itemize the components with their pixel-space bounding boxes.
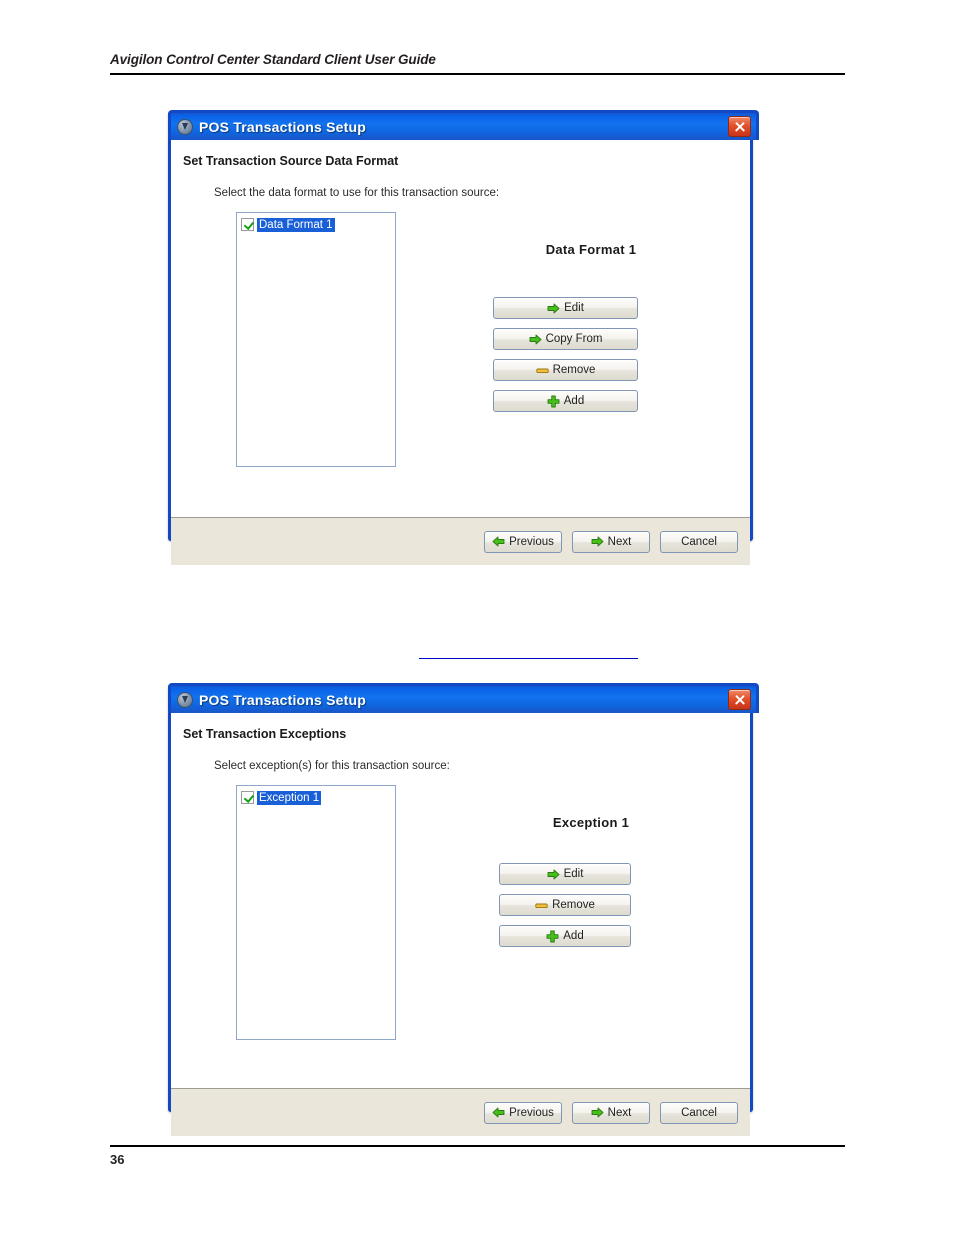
dialog-titlebar[interactable]: POS Transactions Setup bbox=[168, 110, 759, 140]
remove-button[interactable]: Remove bbox=[499, 894, 631, 916]
previous-button-label: Previous bbox=[509, 535, 554, 548]
next-button[interactable]: Next bbox=[572, 1101, 650, 1124]
dialog-title: POS Transactions Setup bbox=[199, 691, 366, 708]
pos-transactions-setup-dialog-data-format: POS Transactions Setup Set Transaction S… bbox=[168, 110, 759, 565]
info-circle-icon bbox=[177, 118, 193, 135]
dialog-footer: Previous Next Cancel bbox=[171, 1088, 750, 1136]
plus-green-icon bbox=[547, 395, 560, 408]
dialog-title: POS Transactions Setup bbox=[199, 118, 366, 135]
dialog-body: Set Transaction Exceptions Select except… bbox=[171, 713, 750, 1136]
next-button[interactable]: Next bbox=[572, 530, 650, 553]
list-item-checkbox[interactable] bbox=[241, 218, 254, 231]
remove-button-label: Remove bbox=[552, 899, 595, 911]
edit-button-label: Edit bbox=[564, 302, 584, 314]
dialog-footer: Previous Next Cancel bbox=[171, 517, 750, 565]
cancel-button[interactable]: Cancel bbox=[660, 1101, 738, 1124]
edit-button[interactable]: Edit bbox=[499, 863, 631, 885]
copy-from-button-label: Copy From bbox=[545, 333, 603, 345]
list-item[interactable]: Exception 1 bbox=[241, 790, 391, 805]
remove-button[interactable]: Remove bbox=[493, 359, 638, 381]
arrow-right-green-icon bbox=[547, 302, 560, 315]
info-circle-icon bbox=[177, 691, 193, 708]
cancel-button-label: Cancel bbox=[681, 535, 717, 548]
list-item-checkbox[interactable] bbox=[241, 791, 254, 804]
page-header-title: Avigilon Control Center Standard Client … bbox=[110, 52, 436, 67]
list-item-label: Exception 1 bbox=[257, 790, 322, 805]
add-button[interactable]: Add bbox=[499, 925, 631, 947]
close-icon[interactable] bbox=[728, 689, 751, 710]
next-button-label: Next bbox=[607, 535, 632, 548]
data-format-listbox[interactable]: Data Format 1 bbox=[236, 212, 396, 467]
copy-from-button[interactable]: Copy From bbox=[493, 328, 638, 350]
panel-title: Data Format 1 bbox=[545, 242, 637, 257]
panel-title: Exception 1 bbox=[552, 815, 630, 830]
arrow-left-green-icon bbox=[492, 1106, 505, 1119]
add-button-label: Add bbox=[563, 930, 584, 942]
cancel-button[interactable]: Cancel bbox=[660, 530, 738, 553]
dialog-body: Set Transaction Source Data Format Selec… bbox=[171, 140, 750, 565]
edit-button[interactable]: Edit bbox=[493, 297, 638, 319]
page-header: Avigilon Control Center Standard Client … bbox=[110, 52, 845, 75]
instruction-text: Select the data format to use for this t… bbox=[214, 187, 500, 199]
close-icon[interactable] bbox=[728, 116, 751, 137]
section-heading: Set Transaction Source Data Format bbox=[183, 154, 399, 168]
edit-button-label: Edit bbox=[563, 868, 584, 880]
page-footer: 36 bbox=[110, 1145, 845, 1167]
arrow-right-green-icon bbox=[547, 868, 560, 881]
arrow-right-green-icon bbox=[591, 1106, 604, 1119]
page-number: 36 bbox=[110, 1152, 125, 1167]
previous-button-label: Previous bbox=[509, 1106, 554, 1119]
add-button[interactable]: Add bbox=[493, 390, 638, 412]
minus-yellow-icon bbox=[535, 364, 549, 377]
dialog-titlebar[interactable]: POS Transactions Setup bbox=[168, 683, 759, 713]
exception-listbox[interactable]: Exception 1 bbox=[236, 785, 396, 1040]
plus-green-icon bbox=[546, 930, 559, 943]
cancel-button-label: Cancel bbox=[681, 1106, 717, 1119]
add-button-label: Add bbox=[563, 395, 585, 407]
previous-button[interactable]: Previous bbox=[484, 1101, 562, 1124]
minus-yellow-icon bbox=[535, 899, 548, 912]
arrow-right-green-icon bbox=[529, 333, 542, 346]
next-button-label: Next bbox=[607, 1106, 632, 1119]
instruction-text: Select exception(s) for this transaction… bbox=[214, 760, 450, 772]
page-header-rule bbox=[110, 73, 845, 75]
section-heading: Set Transaction Exceptions bbox=[183, 727, 347, 741]
previous-button[interactable]: Previous bbox=[484, 530, 562, 553]
arrow-right-green-icon bbox=[591, 535, 604, 548]
list-item-label: Data Format 1 bbox=[257, 217, 335, 232]
arrow-left-green-icon bbox=[492, 535, 505, 548]
remove-button-label: Remove bbox=[552, 364, 596, 376]
list-item[interactable]: Data Format 1 bbox=[241, 217, 391, 232]
link-underline-rule[interactable] bbox=[419, 658, 638, 659]
pos-transactions-setup-dialog-exceptions: POS Transactions Setup Set Transaction E… bbox=[168, 683, 759, 1136]
